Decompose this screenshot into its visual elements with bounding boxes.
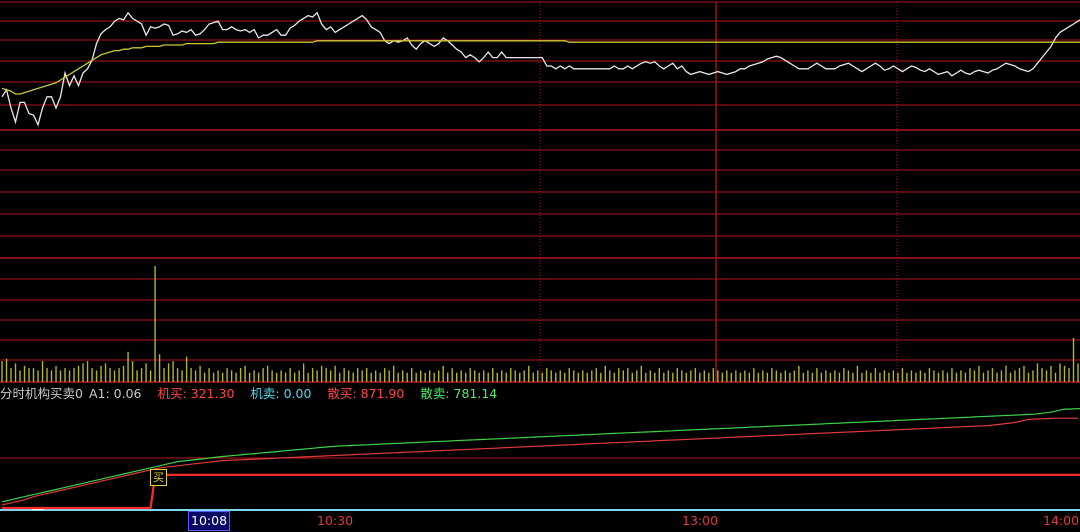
buy-signal-marker: 买 <box>150 469 167 486</box>
indicator-header: 分时机构买卖0 A1: 0.06 机买: 321.30 机卖: 0.00 散买:… <box>0 385 499 403</box>
avg-price-line <box>1 40 1080 95</box>
inst-buy-value: 机买: 321.30 <box>157 386 235 401</box>
volume-bars <box>1 266 1079 382</box>
retail-buy-value: 散买: 871.90 <box>327 386 405 401</box>
inst-sell-value: 机卖: 0.00 <box>250 386 312 401</box>
time-label-1030: 10:30 <box>317 513 354 528</box>
time-label-selected[interactable]: 10:08 <box>188 511 231 531</box>
a1-value: A1: 0.06 <box>88 386 142 401</box>
retail-buy-line <box>1 417 1078 506</box>
retail-sell-value: 散卖: 781.14 <box>420 386 498 401</box>
indicator-name: 分时机构买卖0 <box>0 386 83 401</box>
price-line <box>1 11 1080 127</box>
time-label-1400: 14:00 <box>1043 513 1080 528</box>
intraday-chart <box>0 1 1080 511</box>
price-panel <box>1 11 1080 127</box>
retail-sell-line <box>1 408 1080 503</box>
grid-lines <box>0 1 1080 511</box>
time-label-1300: 13:00 <box>682 513 719 528</box>
